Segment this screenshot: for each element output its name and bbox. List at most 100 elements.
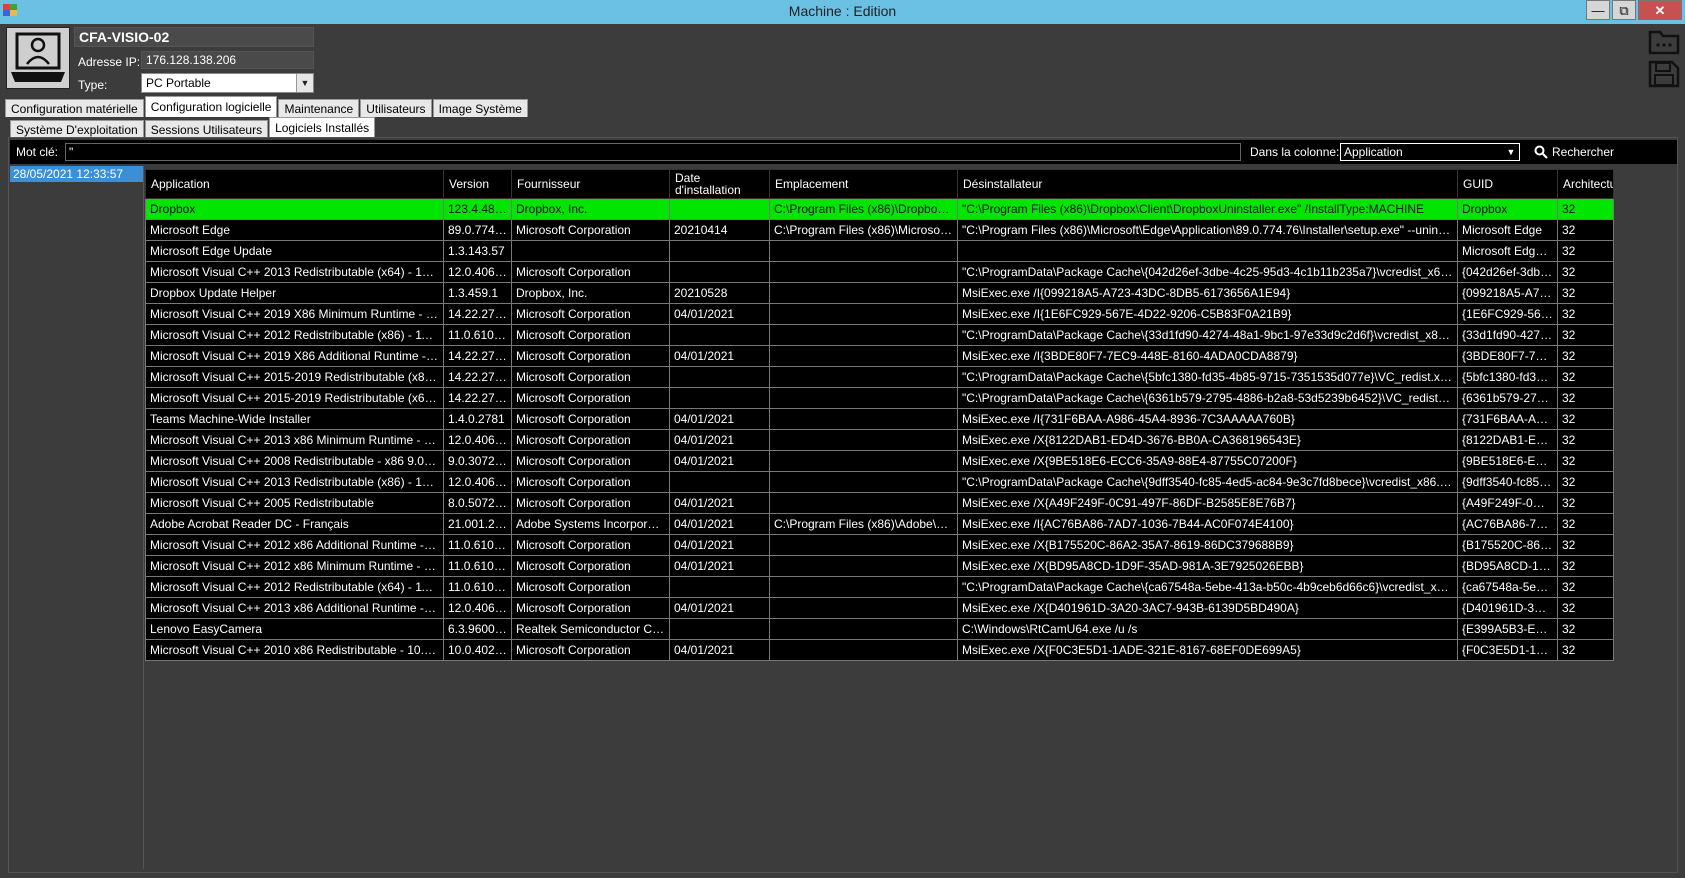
col-fournisseur-cell: Microsoft Corporation	[511, 555, 670, 577]
table-row[interactable]: Microsoft Visual C++ 2005 Redistributabl…	[145, 492, 1614, 514]
col-architecture-header[interactable]: Architecture	[1557, 169, 1614, 199]
col-version-header[interactable]: Version	[443, 169, 512, 199]
col-architecture-cell: 32	[1557, 639, 1614, 661]
table-row[interactable]: Microsoft Visual C++ 2012 x86 Minimum Ru…	[145, 555, 1614, 577]
search-button[interactable]: Rechercher	[1534, 142, 1614, 162]
col-emplacement-cell: C:\Program Files (x86)\Dropbox\Client	[769, 198, 958, 220]
col-application-header[interactable]: Application	[145, 169, 444, 199]
col-fournisseur-cell: Microsoft Corporation	[511, 345, 670, 367]
table-row[interactable]: Teams Machine-Wide Installer 1.4.0.2781 Mi…	[145, 408, 1614, 430]
chevron-down-icon[interactable]: ▼	[1503, 144, 1519, 160]
col-date-installation-cell: 04/01/2021	[669, 555, 770, 577]
column-select[interactable]: Application ▼	[1340, 143, 1520, 161]
col-version-cell: 14.22.27821	[443, 345, 512, 367]
col-desinstallateur-cell: MsiExec.exe /X{D401961D-3A20-3AC7-943B-6…	[957, 597, 1458, 619]
tab-systeme-exploitation[interactable]: Système D'exploitation	[10, 120, 144, 138]
table-row[interactable]: Microsoft Visual C++ 2013 Redistributabl…	[145, 471, 1614, 493]
col-architecture-cell: 32	[1557, 387, 1614, 409]
table-row[interactable]: Adobe Acrobat Reader DC - Français 21.001…	[145, 513, 1614, 535]
table-row[interactable]: Microsoft Visual C++ 2012 x86 Additional…	[145, 534, 1614, 556]
maximize-button[interactable]: ⧉	[1612, 0, 1636, 20]
col-desinstallateur-cell: MsiExec.exe /X{F0C3E5D1-1ADE-321E-8167-6…	[957, 639, 1458, 661]
col-fournisseur-cell: Realtek Semiconductor Corp.	[511, 618, 670, 640]
table-row[interactable]: Microsoft Visual C++ 2013 x86 Additional…	[145, 597, 1614, 619]
col-emplacement-header[interactable]: Emplacement	[769, 169, 958, 199]
col-guid-cell: {33d1fd90-4274-...	[1457, 324, 1558, 346]
col-application-cell: Microsoft Visual C++ 2012 Redistributabl…	[145, 576, 444, 598]
table-row[interactable]: Microsoft Visual C++ 2019 X86 Additional…	[145, 345, 1614, 367]
date-list-item[interactable]: 28/05/2021 12:33:57	[10, 166, 143, 182]
table-row[interactable]: Dropbox Update Helper 1.3.459.1 Dropbox, I…	[145, 282, 1614, 304]
folder-icon[interactable]	[1648, 27, 1680, 55]
table-row[interactable]: Microsoft Visual C++ 2013 x86 Minimum Ru…	[145, 429, 1614, 451]
col-emplacement-cell	[769, 429, 958, 451]
col-emplacement-cell	[769, 471, 958, 493]
search-icon	[1534, 145, 1548, 159]
chevron-down-icon[interactable]: ▼	[296, 74, 313, 92]
col-fournisseur-cell: Dropbox, Inc.	[511, 198, 670, 220]
search-button-label: Rechercher	[1552, 145, 1615, 159]
col-guid-cell: {6361b579-2795-...	[1457, 387, 1558, 409]
tab-image-systeme[interactable]: Image Système	[432, 99, 528, 117]
table-row[interactable]: Microsoft Visual C++ 2013 Redistributabl…	[145, 261, 1614, 283]
col-emplacement-cell	[769, 408, 958, 430]
col-emplacement-cell	[769, 534, 958, 556]
close-button[interactable]: ✕	[1638, 0, 1682, 20]
col-date-installation-cell: 04/01/2021	[669, 534, 770, 556]
table-row[interactable]: Microsoft Visual C++ 2015-2019 Redistrib…	[145, 387, 1614, 409]
machine-name-field[interactable]: CFA-VISIO-02	[74, 27, 314, 47]
col-version-cell: 21.001.20...	[443, 513, 512, 535]
col-date-installation-header[interactable]: Date d'installation	[669, 169, 770, 199]
table-row[interactable]: Microsoft Edge Update 1.3.143.57 Microsoft…	[145, 240, 1614, 262]
tab-utilisateurs[interactable]: Utilisateurs	[360, 99, 432, 117]
table-row[interactable]: Microsoft Visual C++ 2012 Redistributabl…	[145, 324, 1614, 346]
table-row[interactable]: Microsoft Edge 89.0.774.76 Microsoft Corpo…	[145, 219, 1614, 241]
tab-maintenance[interactable]: Maintenance	[278, 99, 360, 117]
keyword-input[interactable]: "	[65, 143, 1241, 161]
col-guid-cell: {099218A5-A723...	[1457, 282, 1558, 304]
col-fournisseur-cell: Microsoft Corporation	[511, 492, 670, 514]
table-row[interactable]: Microsoft Visual C++ 2008 Redistributabl…	[145, 450, 1614, 472]
col-fournisseur-cell: Microsoft Corporation	[511, 450, 670, 472]
col-desinstallateur-header[interactable]: Désinstallateur	[957, 169, 1458, 199]
ip-field[interactable]: 176.128.138.206	[141, 51, 314, 69]
col-desinstallateur-cell: "C:\ProgramData\Package Cache\{6361b579-…	[957, 387, 1458, 409]
col-guid-cell: {B175520C-86A2...	[1457, 534, 1558, 556]
tab-sessions-utilisateurs[interactable]: Sessions Utilisateurs	[144, 120, 269, 138]
table-row[interactable]: Dropbox 123.4.4832 Dropbox, Inc. C:\Program…	[145, 198, 1614, 220]
table-row[interactable]: Microsoft Visual C++ 2010 x86 Redistribu…	[145, 639, 1614, 661]
save-icon[interactable]	[1648, 60, 1680, 88]
table-body: Dropbox 123.4.4832 Dropbox, Inc. C:\Program…	[145, 198, 1614, 661]
col-fournisseur-header[interactable]: Fournisseur	[511, 169, 670, 199]
col-version-cell: 123.4.4832	[443, 198, 512, 220]
type-select[interactable]: PC Portable ▼	[141, 73, 314, 93]
col-application-cell: Microsoft Edge Update	[145, 240, 444, 262]
table-row[interactable]: Lenovo EasyCamera 6.3.9600.1... Realtek Se…	[145, 618, 1614, 640]
table-row[interactable]: Microsoft Visual C++ 2015-2019 Redistrib…	[145, 366, 1614, 388]
col-fournisseur-cell: Microsoft Corporation	[511, 219, 670, 241]
col-architecture-cell: 32	[1557, 555, 1614, 577]
col-guid-cell: Microsoft Edge U...	[1457, 240, 1558, 262]
tab-logiciels-installes[interactable]: Logiciels Installés	[269, 117, 376, 138]
tab-configuration-logicielle[interactable]: Configuration logicielle	[144, 96, 278, 117]
col-emplacement-cell	[769, 387, 958, 409]
tab-configuration-materielle[interactable]: Configuration matérielle	[5, 99, 144, 117]
col-date-installation-cell: 04/01/2021	[669, 492, 770, 514]
col-date-installation-cell	[669, 576, 770, 598]
col-architecture-cell: 32	[1557, 303, 1614, 325]
col-architecture-cell: 32	[1557, 534, 1614, 556]
col-version-cell: 11.0.61030	[443, 555, 512, 577]
col-guid-header[interactable]: GUID	[1457, 169, 1558, 199]
col-emplacement-cell	[769, 240, 958, 262]
col-version-cell: 1.4.0.2781	[443, 408, 512, 430]
col-date-installation-cell	[669, 198, 770, 220]
col-desinstallateur-cell: "C:\ProgramData\Package Cache\{33d1fd90-…	[957, 324, 1458, 346]
type-select-value: PC Portable	[146, 76, 211, 90]
col-desinstallateur-cell: MsiExec.exe /X{8122DAB1-ED4D-3676-BB0A-C…	[957, 429, 1458, 451]
table-row[interactable]: Microsoft Visual C++ 2012 Redistributabl…	[145, 576, 1614, 598]
table-row[interactable]: Microsoft Visual C++ 2019 X86 Minimum Ru…	[145, 303, 1614, 325]
col-application-cell: Microsoft Visual C++ 2008 Redistributabl…	[145, 450, 444, 472]
col-architecture-cell: 32	[1557, 429, 1614, 451]
col-date-installation-cell	[669, 387, 770, 409]
minimize-button[interactable]: —	[1586, 0, 1610, 20]
